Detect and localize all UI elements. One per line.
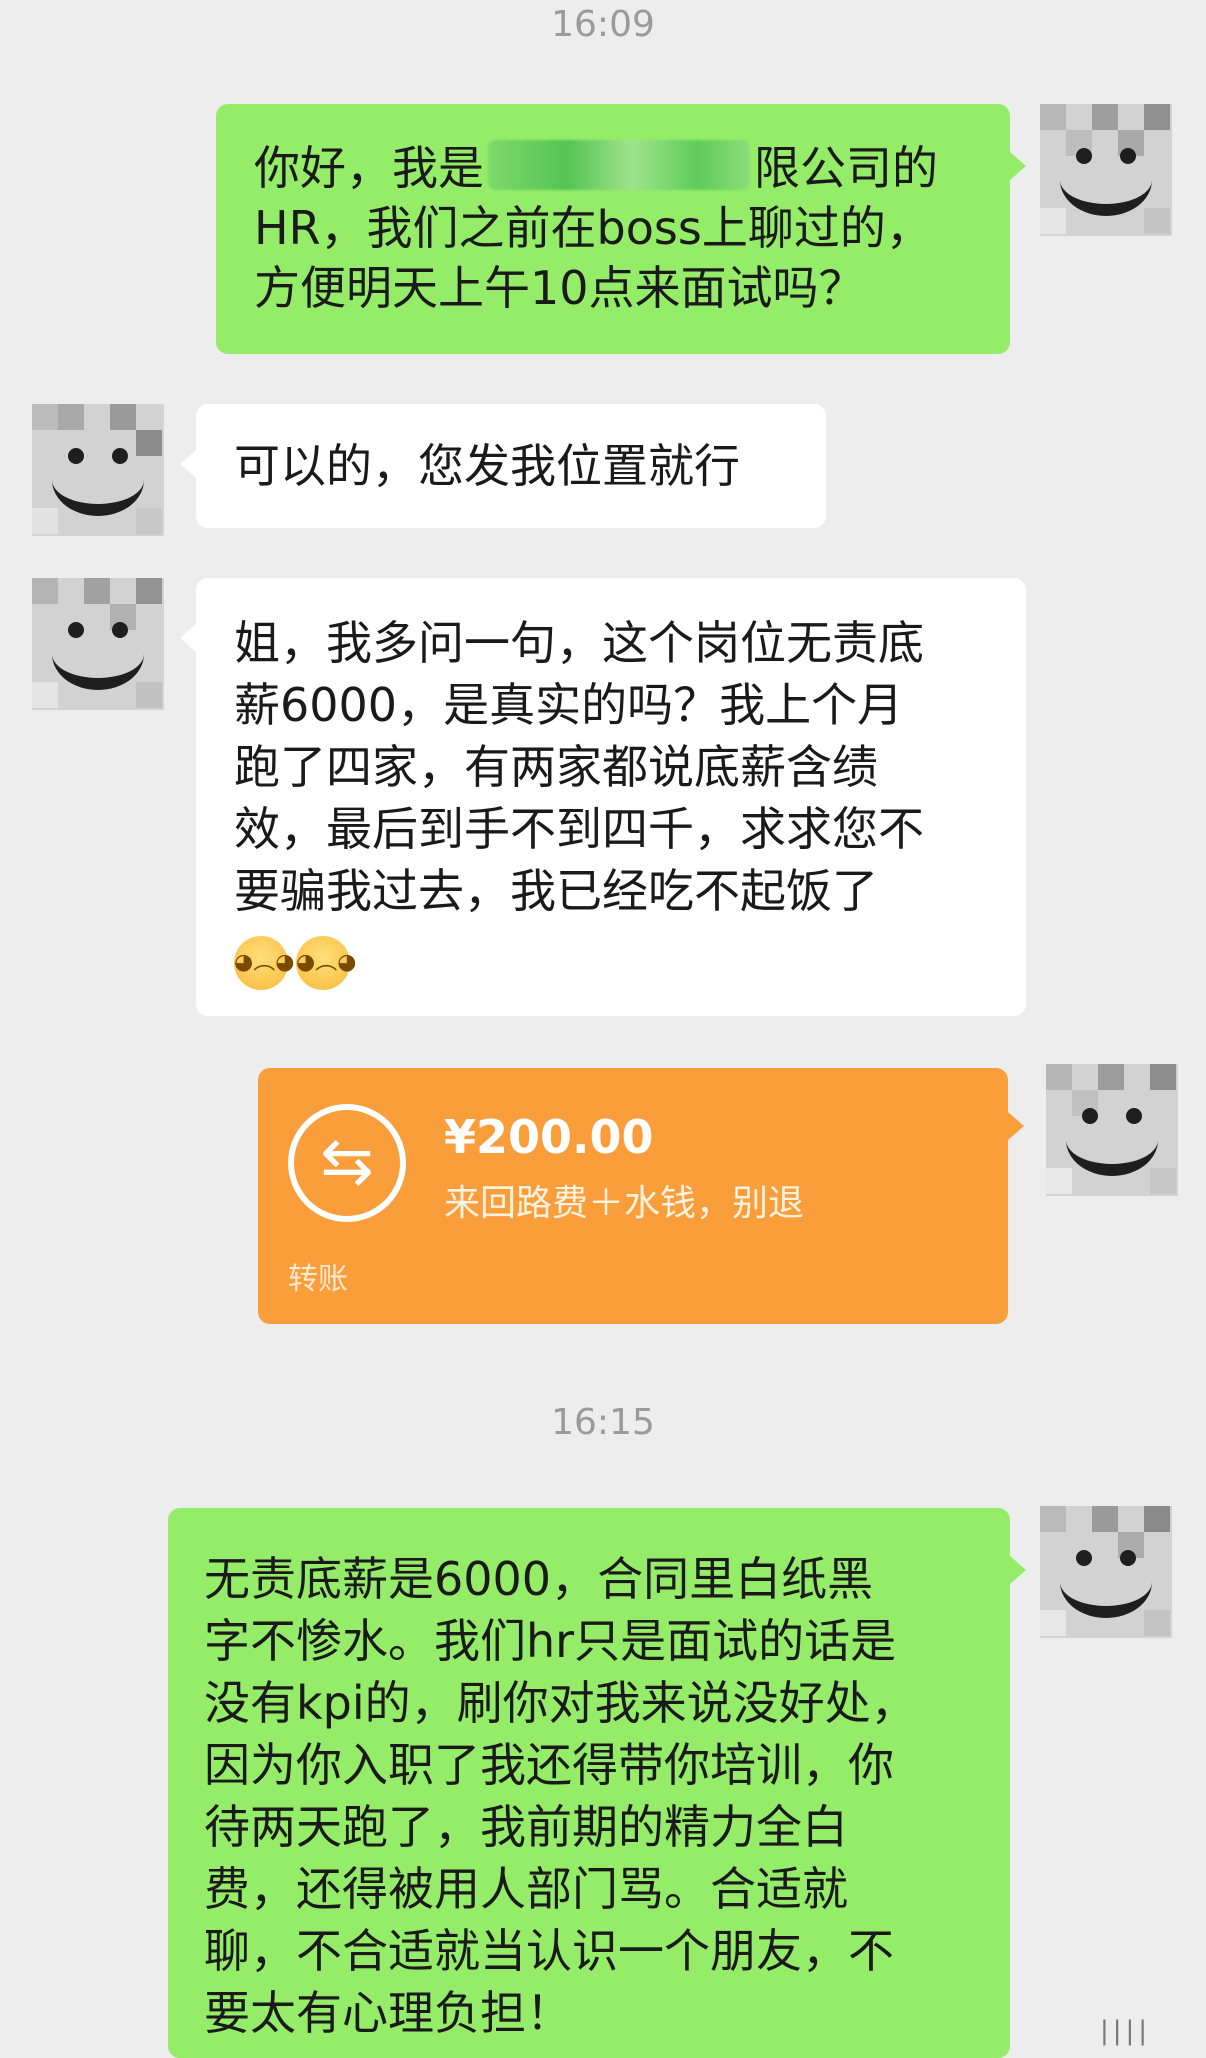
- message-bubble[interactable]: 可以的，您发我位置就行: [196, 404, 826, 528]
- message-text: HR，我们之前在boss上聊过的，: [254, 201, 932, 255]
- crying-face-icon: ◕︵◕: [296, 935, 356, 990]
- message-bubble[interactable]: 你好，我是 限公司的 HR，我们之前在boss上聊过的， 方便明天上午10点来面试…: [216, 104, 1010, 354]
- message-text: 你好，我是: [254, 141, 484, 195]
- message-text: 因为你入职了我还得带你培训，你: [204, 1738, 894, 1792]
- message-text: 姐，我多问一句，这个岗位无责底: [234, 616, 924, 670]
- transfer-card[interactable]: ⇆ ¥200.00 来回路费＋水钱，别退 转账: [258, 1068, 1008, 1324]
- message-text: 薪6000，是真实的吗？我上个月: [234, 678, 904, 732]
- message-text: 跑了四家，有两家都说底薪含绩: [234, 740, 878, 794]
- message-text: 无责底薪是6000，合同里白纸黑: [204, 1552, 874, 1606]
- message-text: 没有kpi的，刷你对我来说没好处，: [204, 1676, 917, 1730]
- crying-face-icon: ◕︵◕: [234, 935, 294, 990]
- timestamp: 16:15: [551, 1402, 655, 1443]
- message-text: 待两天跑了，我前期的精力全白: [204, 1800, 848, 1854]
- message-text: 聊，不合适就当认识一个朋友，不: [204, 1924, 894, 1978]
- avatar[interactable]: [1040, 104, 1172, 236]
- avatar[interactable]: [32, 578, 164, 710]
- transfer-note: 来回路费＋水钱，别退: [444, 1183, 805, 1224]
- message-text: 费，还得被用人部门骂。合适就: [204, 1862, 848, 1916]
- avatar[interactable]: [1046, 1064, 1178, 1196]
- redacted-company-name: [488, 140, 750, 190]
- message-bubble[interactable]: 无责底薪是6000，合同里白纸黑 字不惨水。我们hr只是面试的话是 没有kpi的…: [168, 1508, 1010, 2058]
- avatar[interactable]: [32, 404, 164, 536]
- message-text: 效，最后到手不到四千，求求您不: [234, 802, 924, 856]
- transfer-label: 转账: [288, 1262, 348, 1297]
- transfer-amount: ¥200.00: [444, 1110, 654, 1164]
- timestamp: 16:09: [551, 4, 655, 45]
- message-text: 要太有心理负担！: [204, 1986, 572, 2040]
- message-text: 方便明天上午10点来面试吗？: [254, 261, 865, 315]
- avatar[interactable]: [1040, 1506, 1172, 1638]
- message-text: 限公司的: [754, 141, 938, 195]
- message-bubble[interactable]: 姐，我多问一句，这个岗位无责底 薪6000，是真实的吗？我上个月 跑了四家，有两…: [196, 578, 1026, 1016]
- message-text: 可以的，您发我位置就行: [234, 439, 740, 493]
- message-text: 要骗我过去，我已经吃不起饭了: [234, 864, 878, 918]
- transfer-arrows-icon: ⇆: [288, 1104, 406, 1222]
- watermark-mark: ||||: [1100, 2016, 1152, 2046]
- message-text: 字不惨水。我们hr只是面试的话是: [204, 1614, 897, 1668]
